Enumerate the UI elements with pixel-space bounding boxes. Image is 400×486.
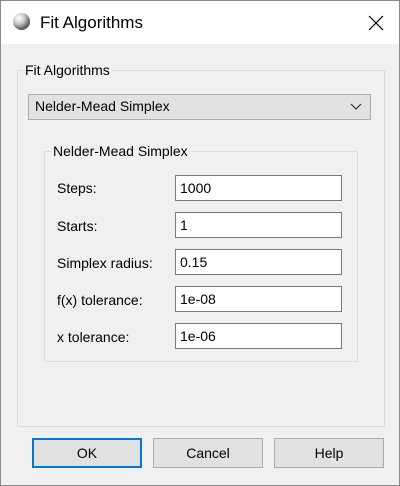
algorithm-dropdown[interactable]: Nelder-Mead Simplex <box>28 94 371 120</box>
algorithm-dropdown-value: Nelder-Mead Simplex <box>35 98 170 114</box>
x-tolerance-input[interactable]: 1e-06 <box>175 323 342 349</box>
steps-label: Steps: <box>57 180 97 196</box>
nelder-mead-group-title: Nelder-Mead Simplex <box>51 143 190 160</box>
fx-tolerance-label: f(x) tolerance: <box>57 292 143 308</box>
simplex-radius-label: Simplex radius: <box>57 255 153 271</box>
simplex-radius-input[interactable]: 0.15 <box>175 249 342 275</box>
fit-algorithms-group-title: Fit Algorithms <box>23 62 112 79</box>
x-tolerance-label: x tolerance: <box>57 329 130 345</box>
starts-label: Starts: <box>57 218 98 234</box>
dialog-window: Fit Algorithms Fit Algorithms Nelder-Mea… <box>0 0 400 486</box>
help-button[interactable]: Help <box>274 438 384 468</box>
steps-input[interactable]: 1000 <box>175 175 342 201</box>
title-bar[interactable]: Fit Algorithms <box>1 1 399 44</box>
window-title: Fit Algorithms <box>40 13 143 32</box>
cancel-button[interactable]: Cancel <box>153 438 263 468</box>
ok-button[interactable]: OK <box>32 438 142 468</box>
close-button[interactable] <box>353 1 399 44</box>
sphere-icon <box>13 13 30 30</box>
starts-input[interactable]: 1 <box>175 212 342 238</box>
fx-tolerance-input[interactable]: 1e-08 <box>175 286 342 312</box>
chevron-down-icon <box>350 103 362 110</box>
close-icon <box>368 15 384 31</box>
